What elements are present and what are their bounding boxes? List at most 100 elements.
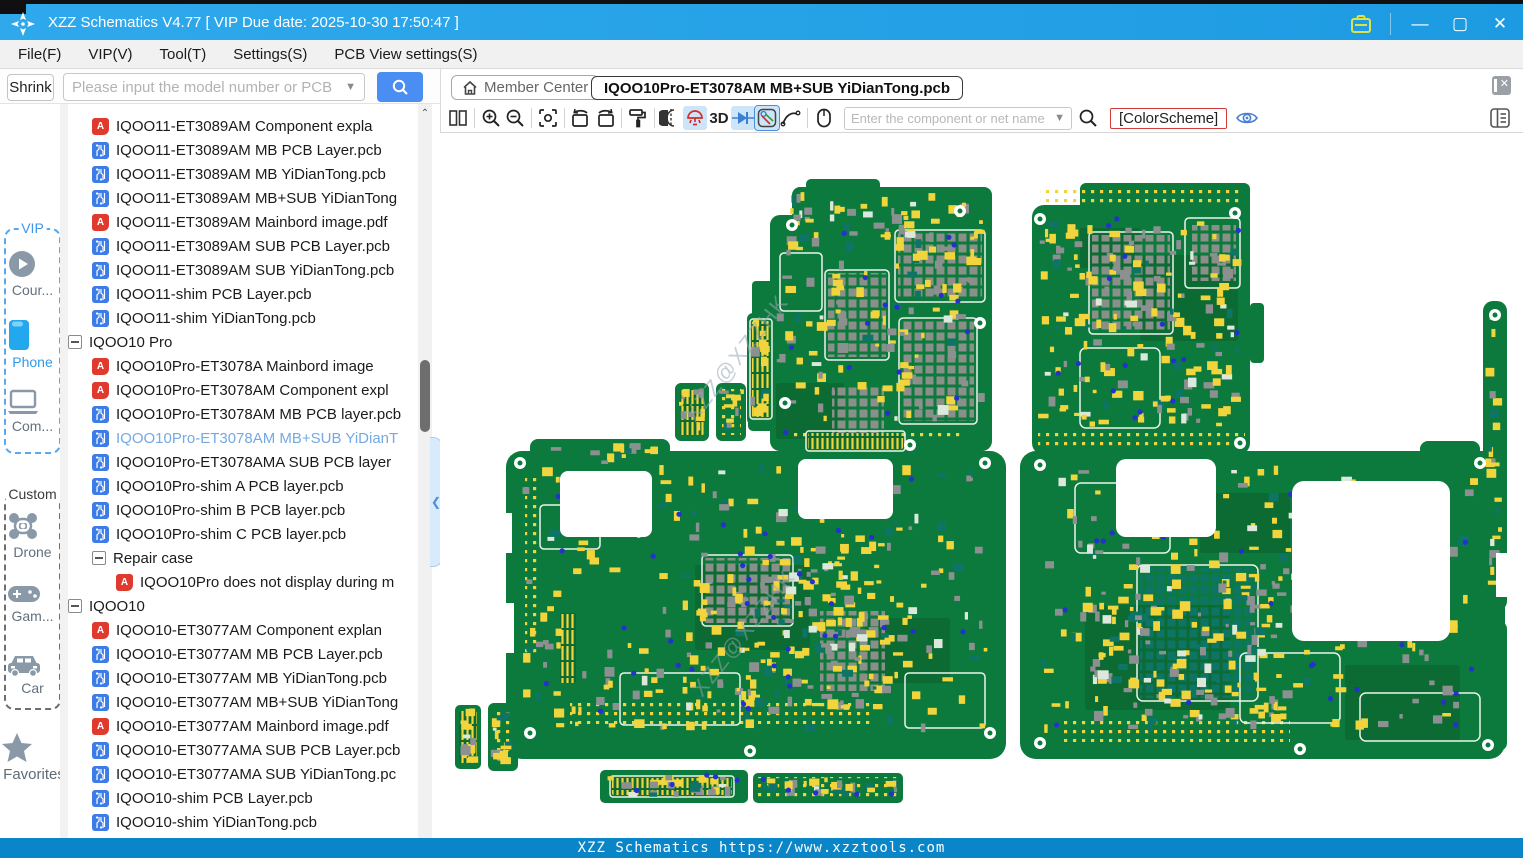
tree-item[interactable]: IQOO10Pro-ET3078AMA SUB PCB layer [68,450,418,474]
tree-item[interactable]: IQOO10-shim YiDianTong.pcb [68,810,418,834]
pcb-file-icon [92,309,109,327]
tree-item[interactable]: IQOO11-ET3089AM SUB YiDianTong.pcb [68,258,418,282]
sidebar-item-favorites[interactable]: Favorites [0,732,68,783]
paint-roller-icon[interactable] [626,106,650,130]
collapse-toggle-icon[interactable] [92,551,106,565]
pdf-file-icon: A [92,117,109,135]
layers-panel-icon[interactable] [1489,107,1511,129]
mouse-icon[interactable] [812,106,836,130]
tree-group[interactable]: IQOO10 [68,594,418,618]
chevron-down-icon[interactable]: ▼ [1054,112,1065,124]
tree-item[interactable]: IQOO10Pro-ET3078AM MB+SUB YiDianT [68,426,418,450]
mirror-icon[interactable] [659,106,683,130]
measure-icon[interactable] [754,105,780,131]
sidebar-item-course[interactable]: Cour... [6,248,59,298]
net-search-combo[interactable]: ▼ [844,106,1072,130]
close-panel-icon[interactable] [1492,76,1511,95]
tree-item[interactable]: IQOO10Pro-shim A PCB layer.pcb [68,474,418,498]
rotate-right-icon[interactable] [593,106,617,130]
menu-pcb-view-settings[interactable]: PCB View settings(S) [334,46,477,63]
pcb-file-icon [92,237,109,255]
menu-settings[interactable]: Settings(S) [233,46,307,63]
tree-scroll-up-arrow[interactable]: ⌃ [418,108,432,119]
tree-item-label: IQOO11-ET3089AM Component expla [116,117,373,135]
active-tab[interactable]: IQOO10Pro-ET3078AM MB+SUB YiDianTong.pcb [591,76,964,100]
sidebar-scrollbar[interactable] [60,104,68,838]
maximize-button[interactable]: ▢ [1449,14,1471,34]
tree-item[interactable]: IQOO11-ET3089AM SUB PCB Layer.pcb [68,234,418,258]
tree-group[interactable]: Repair case [68,546,418,570]
curve-icon[interactable] [779,106,803,130]
pdf-file-icon: A [92,357,109,375]
menu-tool[interactable]: Tool(T) [160,46,207,63]
menu-file[interactable]: File(F) [18,46,61,63]
lamp-icon[interactable] [683,106,707,130]
sidebar-item-car[interactable]: Car [6,652,59,696]
member-center-button[interactable]: Member Center [451,75,600,100]
pcb-file-icon [92,261,109,279]
sidebar-item-computer[interactable]: Com... [6,388,59,434]
tree-item[interactable]: IQOO10-ET3077AM MB+SUB YiDianTong [68,690,418,714]
zoom-out-icon[interactable] [503,106,527,130]
tree-item[interactable]: IQOO10Pro-shim C PCB layer.pcb [68,522,418,546]
menu-bar: File(F) VIP(V) Tool(T) Settings(S) PCB V… [0,40,1523,69]
tree-item[interactable]: IQOO11-ET3089AM MB YiDianTong.pcb [68,162,418,186]
tree-item-label: IQOO10-ET3077AMA SUB PCB Layer.pcb [116,741,401,759]
tree-item[interactable]: IQOO10Pro-ET3078AM MB PCB layer.pcb [68,402,418,426]
sidebar-item-drone[interactable]: Drone [6,510,59,560]
model-search-input[interactable] [72,78,346,96]
shrink-button[interactable]: Shrink [7,74,54,101]
tree-item[interactable]: IQOO10-ET3077AMA SUB PCB Layer.pcb [68,738,418,762]
visibility-eye-icon[interactable] [1235,106,1259,130]
tree-item[interactable]: IQOO11-shim PCB Layer.pcb [68,282,418,306]
tree-item[interactable]: A IQOO11-ET3089AM Component expla [68,114,418,138]
chevron-down-icon[interactable]: ▼ [345,81,356,93]
pcb-viewport[interactable]: XZZ@XZZHK XZZ@XZZHK [440,133,1523,838]
tree-scrollbar-thumb[interactable] [420,360,430,432]
close-button[interactable]: ✕ [1489,14,1511,34]
minimize-button[interactable]: — [1409,14,1431,34]
tree-item[interactable]: A IQOO10Pro-ET3078AM Component expl [68,378,418,402]
briefcase-icon[interactable] [1350,14,1372,34]
model-search-button[interactable] [377,72,423,102]
app-logo-icon [11,12,35,36]
sidebar-item-game[interactable]: Gam... [6,582,59,624]
tree-item-label: IQOO11-ET3089AM Mainbord image.pdf [116,213,388,231]
tree-item[interactable]: IQOO10-ET3077AM MB PCB Layer.pcb [68,642,418,666]
tree-item[interactable]: IQOO10-ET3077AM MB YiDianTong.pcb [68,666,418,690]
model-search-combo[interactable]: ▼ [63,73,365,101]
zoom-in-icon[interactable] [479,106,503,130]
diode-icon[interactable] [731,106,755,130]
tree-item[interactable]: A IQOO11-ET3089AM Mainbord image.pdf [68,210,418,234]
rotate-left-icon[interactable] [569,106,593,130]
tree-item[interactable]: IQOO10-shim PCB Layer.pcb [68,786,418,810]
net-search-magnifier-icon[interactable] [1076,106,1100,130]
tree-item[interactable]: IQOO10-ET3077AMA SUB YiDianTong.pc [68,762,418,786]
tree-item[interactable]: IQOO11-shim YiDianTong.pcb [68,306,418,330]
tree-item[interactable]: A IQOO10Pro-ET3078A Mainbord image [68,354,418,378]
tree-item[interactable]: IQOO10Pro-shim B PCB layer.pcb [68,498,418,522]
sidebar-item-phone[interactable]: Phone [6,318,59,370]
tree-item-label: IQOO10Pro-shim C PCB layer.pcb [116,525,347,543]
tree-item[interactable]: A IQOO10-ET3077AM Component explan [68,618,418,642]
tree-item[interactable]: A IQOO10-ET3077AM Mainbord image.pdf [68,714,418,738]
colorscheme-button[interactable]: [ColorScheme] [1110,107,1228,129]
collapse-toggle-icon[interactable] [68,599,82,613]
tab-bar: Member Center IQOO10Pro-ET3078AM MB+SUB … [440,69,1523,104]
tree-group[interactable]: IQOO10 Pro [68,330,418,354]
tree-item[interactable]: IQOO11-ET3089AM MB PCB Layer.pcb [68,138,418,162]
title-bar: XZZ Schematics V4.77 [ VIP Due date: 202… [0,0,1523,40]
net-search-input[interactable] [851,110,1055,126]
pcb-file-icon [92,525,109,543]
tree-item[interactable]: A IQOO10Pro does not display during m [68,570,418,594]
tree-item-label: Repair case [113,549,194,567]
3d-toggle[interactable]: 3D [707,106,731,130]
fit-view-icon[interactable] [536,106,560,130]
split-view-icon[interactable] [446,106,470,130]
tree-item[interactable]: IQOO11-ET3089AM MB+SUB YiDianTong [68,186,418,210]
menu-vip[interactable]: VIP(V) [88,46,132,63]
collapse-toggle-icon[interactable] [68,335,82,349]
tree-item-label: IQOO10Pro-ET3078A Mainbord image [116,357,374,375]
pcb-file-icon [92,789,109,807]
tree-item-label: IQOO11-ET3089AM MB PCB Layer.pcb [116,141,382,159]
